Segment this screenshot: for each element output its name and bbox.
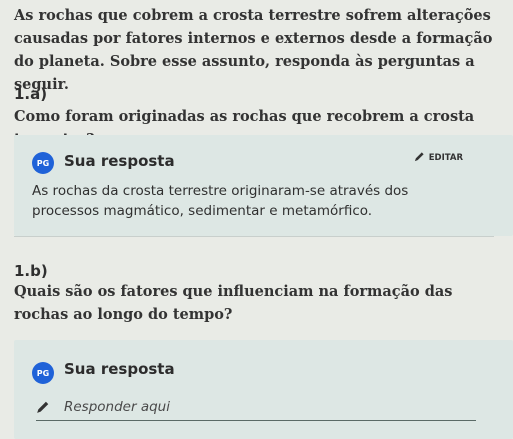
response-heading: Sua resposta: [64, 152, 175, 170]
answer-input[interactable]: Responder aqui: [36, 394, 476, 421]
avatar: PG: [32, 152, 54, 174]
answer-card-1b: PG Sua resposta Responder aqui: [14, 340, 513, 439]
question-number-1b: 1.b): [14, 262, 48, 280]
edit-label: EDITAR: [428, 153, 463, 163]
answer-text: As rochas da crosta terrestre originaram…: [32, 183, 409, 219]
response-heading: Sua resposta: [64, 360, 175, 378]
pencil-icon: [36, 400, 64, 414]
question-number-1a: 1.a): [14, 85, 48, 103]
question-text-1b: Quais são os fatores que influenciam na …: [14, 283, 453, 323]
pencil-icon: [414, 151, 425, 165]
edit-button[interactable]: EDITAR: [414, 151, 463, 165]
intro-text: As rochas que cobrem a crosta terrestre …: [14, 7, 493, 93]
answer-placeholder: Responder aqui: [64, 399, 170, 415]
answer-card-1a: PG Sua resposta EDITAR As rochas da cros…: [14, 135, 513, 236]
divider: [14, 236, 494, 237]
avatar: PG: [32, 362, 54, 384]
